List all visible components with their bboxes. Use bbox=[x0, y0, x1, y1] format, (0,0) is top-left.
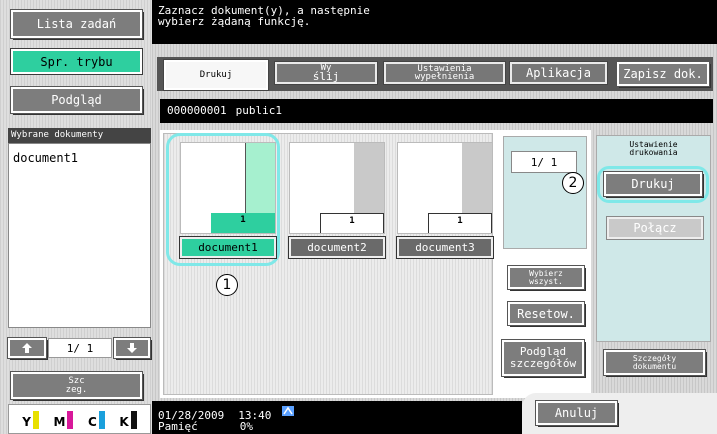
toner-bar-magenta bbox=[67, 411, 74, 429]
reset-button[interactable]: Resetow. bbox=[508, 302, 584, 325]
sidebar-page-counter: 1/ 1 bbox=[48, 338, 112, 358]
selected-documents-header: Wybrane dokumenty bbox=[8, 128, 151, 143]
document2-label[interactable]: document2 bbox=[289, 237, 385, 258]
toner-bar-black bbox=[130, 411, 137, 429]
detail-button-line2: zeg. bbox=[65, 384, 88, 395]
selected-documents-list bbox=[8, 143, 151, 328]
task-list-button[interactable]: Lista zadań bbox=[11, 10, 142, 38]
network-icon bbox=[282, 405, 295, 416]
tab-application[interactable]: Aplikacja bbox=[510, 62, 607, 84]
document-details-line2: dokumentu bbox=[632, 361, 677, 371]
document1-thumbnail[interactable]: 1 bbox=[180, 142, 276, 234]
tab-send[interactable]: Wy ślij bbox=[275, 62, 377, 84]
tab-fill-settings[interactable]: Ustawienia wypełnienia bbox=[384, 62, 505, 84]
document2-page-count: 1 bbox=[320, 213, 384, 233]
selected-document-item[interactable]: document1 bbox=[8, 148, 151, 168]
select-all-button[interactable]: Wybierz wszyst. bbox=[508, 266, 584, 289]
document-page-counter: 1/ 1 bbox=[511, 151, 577, 173]
document2-thumbnail[interactable]: 1 bbox=[289, 142, 385, 234]
tab-fill-settings-line2: wypełnienia bbox=[414, 72, 475, 82]
detail-button[interactable]: Szc zeg. bbox=[11, 372, 142, 399]
status-memory-value: 0% bbox=[239, 420, 253, 433]
combine-button[interactable]: Połącz bbox=[607, 217, 703, 239]
tab-send-line2: ślij bbox=[312, 70, 340, 83]
mode-check-button[interactable]: Spr. trybu bbox=[11, 49, 142, 74]
box-number: 000000001 bbox=[167, 104, 227, 117]
document3-thumbnail[interactable]: 1 bbox=[397, 142, 493, 234]
document1-page-count: 1 bbox=[211, 213, 275, 233]
callout-2: 2 bbox=[562, 172, 584, 194]
toner-indicator: Y M C K bbox=[8, 404, 151, 434]
callout-1: 1 bbox=[216, 274, 238, 296]
box-name: public1 bbox=[235, 104, 282, 117]
toner-bar-cyan bbox=[98, 411, 105, 429]
box-name-bar: 000000001 public1 bbox=[160, 99, 713, 123]
print-settings-title: Ustawienie drukowania bbox=[596, 141, 711, 159]
print-button[interactable]: Drukuj bbox=[604, 172, 702, 196]
toner-label-k: K bbox=[119, 415, 129, 429]
save-document-button[interactable]: Zapisz dok. bbox=[617, 62, 709, 86]
status-bar: 01/28/2009 13:40 Pamięć 0% bbox=[152, 401, 522, 434]
status-memory-label: Pamięć bbox=[158, 420, 198, 433]
tab-print[interactable]: Drukuj bbox=[164, 60, 268, 90]
select-all-line2: wszyst. bbox=[529, 276, 563, 286]
arrow-down-icon bbox=[127, 343, 137, 353]
message-line2: wybierz żądaną funkcję. bbox=[158, 15, 311, 28]
scroll-down-button[interactable] bbox=[114, 338, 150, 358]
arrow-up-icon bbox=[22, 343, 32, 353]
scroll-up-button[interactable] bbox=[8, 338, 46, 358]
toner-bar-yellow bbox=[32, 411, 39, 429]
document3-label[interactable]: document3 bbox=[397, 237, 493, 258]
document-details-button[interactable]: Szczegóły dokumentu bbox=[604, 350, 705, 375]
detail-preview-line2: szczegółów bbox=[509, 357, 577, 370]
toner-label-m: M bbox=[53, 415, 66, 429]
tab-print-label: Drukuj bbox=[199, 70, 233, 80]
preview-button[interactable]: Podgląd bbox=[11, 87, 142, 113]
toner-label-y: Y bbox=[22, 415, 31, 429]
cancel-button[interactable]: Anuluj bbox=[536, 401, 617, 425]
document3-page-count: 1 bbox=[428, 213, 492, 233]
document1-label[interactable]: document1 bbox=[180, 237, 276, 258]
toner-label-c: C bbox=[88, 415, 97, 429]
print-settings-title-line2: drukowania bbox=[629, 148, 678, 157]
detail-preview-button[interactable]: Podgląd szczegółów bbox=[502, 340, 584, 376]
message-bar: Zaznacz dokument(y), a następnie wybierz… bbox=[152, 0, 717, 44]
